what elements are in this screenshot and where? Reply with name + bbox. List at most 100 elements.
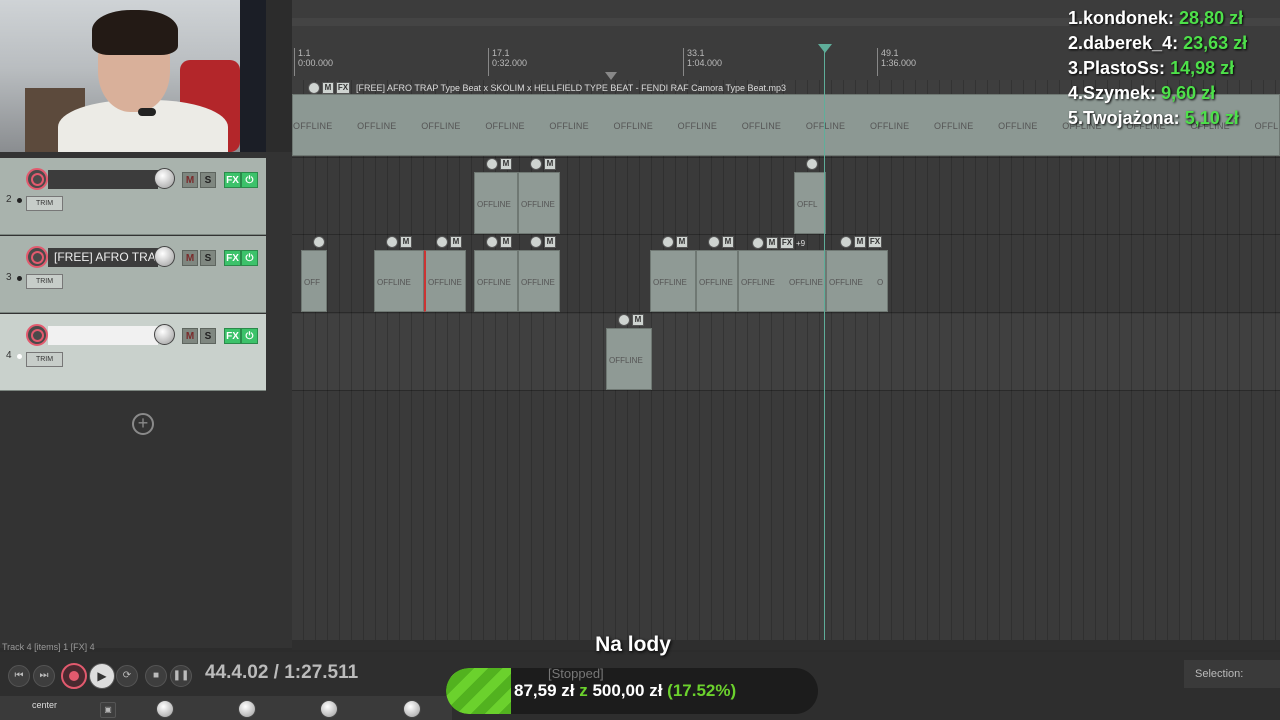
selection-display: Selection: bbox=[1184, 660, 1280, 688]
item-lock-icon[interactable] bbox=[486, 236, 498, 248]
item-lock-icon[interactable] bbox=[486, 158, 498, 170]
item-fx-button[interactable]: FX bbox=[336, 82, 350, 94]
grid-lines bbox=[292, 80, 1280, 640]
track-name-field[interactable] bbox=[48, 326, 158, 345]
mute-button[interactable]: M bbox=[182, 172, 198, 188]
mixer-knob[interactable] bbox=[403, 700, 421, 718]
audio-item[interactable]: OFFLINE bbox=[606, 328, 652, 390]
item-header: M bbox=[530, 236, 556, 250]
fx-button[interactable]: FX bbox=[224, 328, 241, 344]
item-mute-button[interactable]: M bbox=[676, 236, 688, 248]
item-lock-icon[interactable] bbox=[308, 82, 320, 94]
offline-label: OFFLINE bbox=[521, 200, 555, 209]
edit-cursor-marker[interactable] bbox=[605, 72, 617, 80]
solo-button[interactable]: S bbox=[200, 328, 216, 344]
item-fx-button[interactable]: FX bbox=[868, 236, 882, 248]
item-lock-icon[interactable] bbox=[386, 236, 398, 248]
mixer-knob[interactable] bbox=[320, 700, 338, 718]
item-lock-icon[interactable] bbox=[806, 158, 818, 170]
volume-knob[interactable] bbox=[154, 246, 175, 267]
audio-item[interactable]: OFFLINE bbox=[424, 250, 466, 312]
trim-button[interactable]: TRIM bbox=[26, 274, 63, 289]
item-header: M bbox=[436, 236, 462, 250]
item-mute-button[interactable]: M bbox=[766, 237, 778, 249]
audio-item[interactable]: OFFLINE bbox=[650, 250, 696, 312]
status-line: Track 4 [items] 1 [FX] 4 bbox=[2, 642, 95, 652]
item-mute-button[interactable]: M bbox=[500, 236, 512, 248]
item-lock-icon[interactable] bbox=[752, 237, 764, 249]
item-lock-icon[interactable] bbox=[530, 236, 542, 248]
record-button[interactable] bbox=[61, 663, 87, 689]
trim-button[interactable]: TRIM bbox=[26, 352, 63, 367]
volume-knob[interactable] bbox=[154, 324, 175, 345]
fx-button[interactable]: FX bbox=[224, 250, 241, 266]
fx-bypass-button[interactable]: ⏻ bbox=[241, 328, 258, 344]
add-track-icon[interactable]: + bbox=[132, 413, 154, 435]
pause-button[interactable]: ❚❚ bbox=[170, 665, 192, 687]
item-header: M bbox=[662, 236, 688, 250]
audio-item[interactable]: OFFLINE bbox=[474, 172, 518, 234]
track-3-header[interactable]: 3 [FREE] AFRO TRAI M S FX ⏻ TRIM bbox=[0, 236, 266, 313]
item-mute-button[interactable]: M bbox=[544, 158, 556, 170]
item-lock-icon[interactable] bbox=[436, 236, 448, 248]
track-number: 3 bbox=[6, 272, 12, 283]
item-mute-button[interactable]: M bbox=[632, 314, 644, 326]
trim-button[interactable]: TRIM bbox=[26, 196, 63, 211]
mute-button[interactable]: M bbox=[182, 250, 198, 266]
audio-item[interactable]: OFFLINE bbox=[374, 250, 424, 312]
transport-state: [Stopped] bbox=[548, 666, 604, 681]
audio-item[interactable]: OFF bbox=[301, 250, 327, 312]
audio-item[interactable]: OFFLINE bbox=[518, 172, 560, 234]
audio-item[interactable]: OFFLINE OFFLINE bbox=[738, 250, 826, 312]
item-mute-button[interactable]: M bbox=[544, 236, 556, 248]
offline-label: OFFLINE bbox=[428, 278, 462, 287]
track-2-header[interactable]: 2 M S FX ⏻ TRIM bbox=[0, 158, 266, 235]
go-to-end-icon[interactable]: ⏭ bbox=[33, 665, 55, 687]
item-lock-icon[interactable] bbox=[618, 314, 630, 326]
volume-knob[interactable] bbox=[154, 168, 175, 189]
repeat-icon[interactable]: ⟳ bbox=[116, 665, 138, 687]
record-arm-button[interactable] bbox=[26, 324, 48, 346]
item-lock-icon[interactable] bbox=[530, 158, 542, 170]
item-lock-icon[interactable] bbox=[313, 236, 325, 248]
audio-item[interactable]: OFFL bbox=[794, 172, 826, 234]
record-arm-button[interactable] bbox=[26, 246, 48, 268]
offline-label: OFFLINE bbox=[477, 278, 511, 287]
track-name-field[interactable] bbox=[48, 170, 158, 189]
horizontal-scrollbar[interactable] bbox=[292, 640, 1280, 650]
item-mute-button[interactable]: M bbox=[400, 236, 412, 248]
item-lock-icon[interactable] bbox=[708, 236, 720, 248]
audio-item[interactable]: OFFLINE bbox=[696, 250, 738, 312]
go-to-start-icon[interactable]: ⏮ bbox=[8, 665, 30, 687]
item-header: M bbox=[708, 236, 734, 250]
solo-button[interactable]: S bbox=[200, 250, 216, 266]
mixer-knob[interactable] bbox=[156, 700, 174, 718]
item-mute-button[interactable]: M bbox=[500, 158, 512, 170]
item-fx-button[interactable]: FX bbox=[780, 237, 794, 249]
item-mute-button[interactable]: M bbox=[722, 236, 734, 248]
audio-item[interactable]: OFFLINE O bbox=[826, 250, 888, 312]
play-button[interactable]: ▶ bbox=[89, 663, 115, 689]
stop-button[interactable]: ■ bbox=[145, 665, 167, 687]
ruler-mark: 49.1 1:36.000 bbox=[877, 48, 916, 76]
fx-bypass-button[interactable]: ⏻ bbox=[241, 250, 258, 266]
fx-button[interactable]: FX bbox=[224, 172, 241, 188]
mixer-knob[interactable] bbox=[238, 700, 256, 718]
solo-button[interactable]: S bbox=[200, 172, 216, 188]
track-4-header[interactable]: 4 M S FX ⏻ TRIM bbox=[0, 314, 266, 391]
audio-item[interactable]: OFFLINE bbox=[518, 250, 560, 312]
playhead-line[interactable] bbox=[824, 46, 825, 640]
playhead-marker[interactable] bbox=[818, 44, 832, 53]
item-header: M bbox=[486, 158, 512, 172]
mute-button[interactable]: M bbox=[182, 328, 198, 344]
record-arm-button[interactable] bbox=[26, 168, 48, 190]
audio-item[interactable]: OFFLINE bbox=[474, 250, 518, 312]
item-mute-button[interactable]: M bbox=[450, 236, 462, 248]
item-mute-button[interactable]: M bbox=[854, 236, 866, 248]
item-lock-icon[interactable] bbox=[662, 236, 674, 248]
item-mute-button[interactable]: M bbox=[322, 82, 334, 94]
item-lock-icon[interactable] bbox=[840, 236, 852, 248]
track-name-field[interactable]: [FREE] AFRO TRAI bbox=[48, 248, 158, 267]
fx-bypass-button[interactable]: ⏻ bbox=[241, 172, 258, 188]
mixer-route-icon[interactable]: ▣ bbox=[100, 702, 116, 718]
